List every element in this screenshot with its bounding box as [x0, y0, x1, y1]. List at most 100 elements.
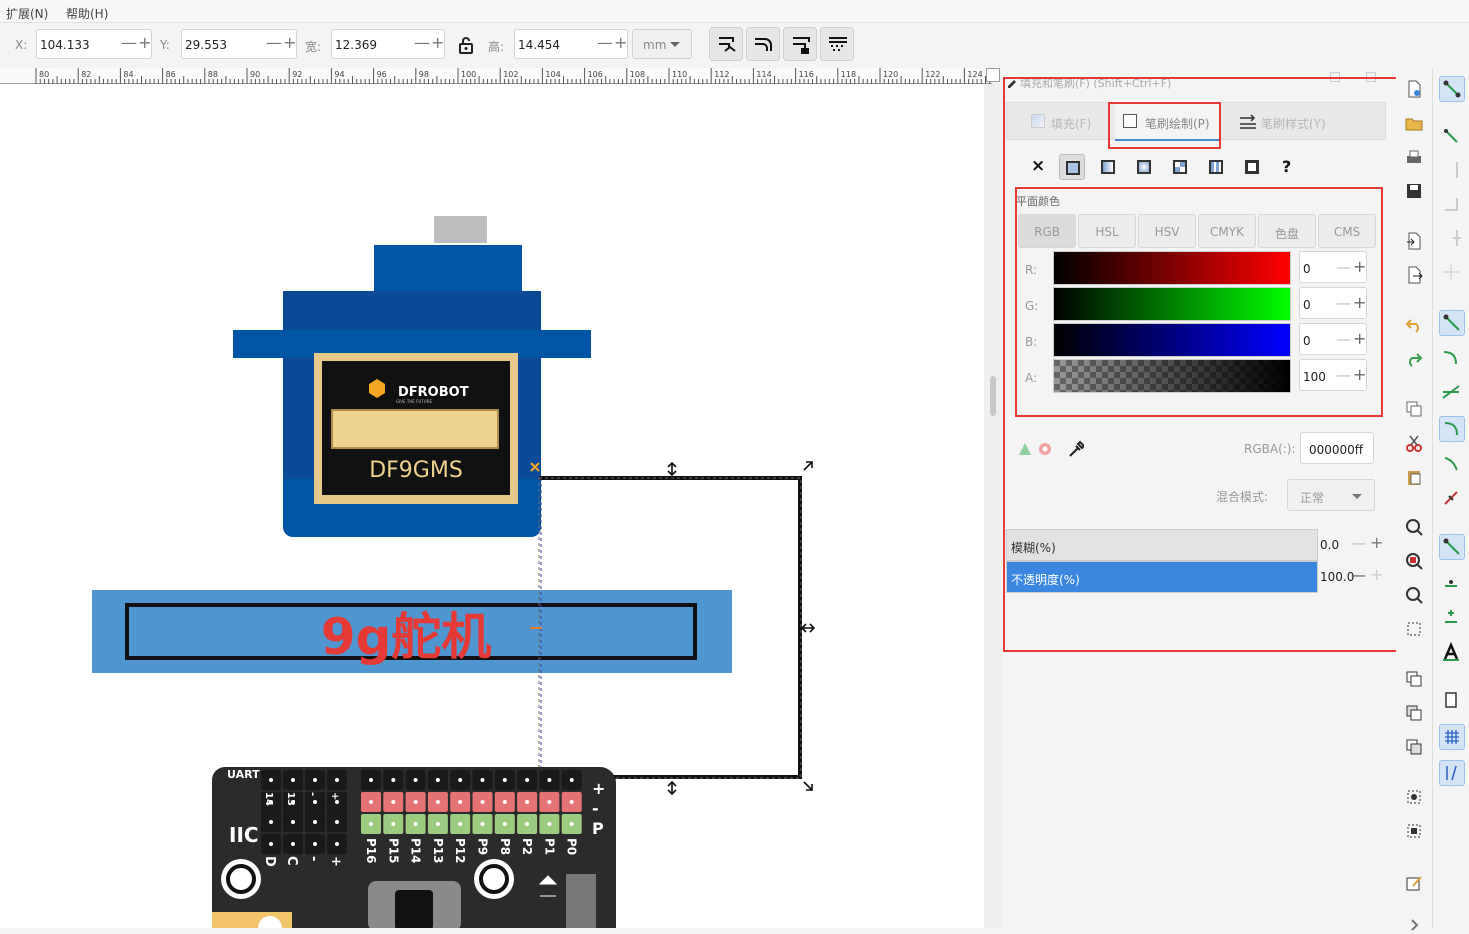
green-increment-button[interactable]: +	[1353, 293, 1366, 312]
servo-upper-body[interactable]	[283, 291, 541, 331]
y-increment-button[interactable]: +	[283, 33, 296, 52]
canvas-vertical-scrollbar[interactable]	[984, 84, 1002, 928]
height-increment-button[interactable]: +	[614, 33, 627, 52]
height-decrement-button[interactable]: —	[597, 33, 613, 52]
unlink-clone-icon[interactable]	[1405, 738, 1423, 756]
width-decrement-button[interactable]: —	[414, 33, 430, 52]
paste-icon[interactable]	[1405, 468, 1423, 486]
scale-handle-top-right[interactable]	[803, 461, 813, 471]
paint-none-button[interactable]: ×	[1024, 154, 1050, 180]
more-commands-icon[interactable]	[1405, 916, 1423, 934]
blur-decrement-button[interactable]: —	[1351, 534, 1366, 552]
scale-handle-bottom[interactable]	[667, 780, 677, 796]
mode-cmyk[interactable]: CMYK	[1198, 214, 1256, 248]
duplicate-icon[interactable]	[1405, 670, 1423, 688]
snap-object-center-toggle[interactable]	[1439, 570, 1465, 596]
red-increment-button[interactable]: +	[1353, 257, 1366, 276]
blue-decrement-button[interactable]: —	[1336, 330, 1351, 348]
scale-handle-right[interactable]	[800, 623, 816, 633]
alpha-increment-button[interactable]: +	[1353, 365, 1366, 384]
servo-shaft[interactable]	[434, 216, 487, 243]
new-document-icon[interactable]	[1405, 80, 1423, 98]
scale-gradient-button[interactable]	[783, 27, 817, 61]
snap-cusp-toggle[interactable]	[1439, 416, 1465, 442]
paint-pattern-button[interactable]	[1203, 154, 1229, 180]
blue-slider[interactable]	[1053, 323, 1291, 357]
red-decrement-button[interactable]: —	[1336, 258, 1351, 276]
eyedropper-icon[interactable]	[1068, 440, 1084, 458]
height-input[interactable]: 14.454 — +	[514, 29, 628, 59]
color-managed-icon[interactable]	[1018, 440, 1052, 458]
snap-midpoint-toggle[interactable]	[1439, 486, 1465, 512]
blue-increment-button[interactable]: +	[1353, 329, 1366, 348]
opacity-increment-button[interactable]: +	[1370, 565, 1383, 584]
red-slider[interactable]	[1053, 251, 1291, 285]
ungroup-icon[interactable]	[1405, 822, 1423, 840]
unit-select[interactable]: mm	[632, 29, 692, 59]
undo-icon[interactable]	[1405, 316, 1423, 334]
blur-value[interactable]: 0.0	[1320, 538, 1339, 552]
snap-bbox-center-toggle[interactable]	[1439, 260, 1465, 286]
snap-guide-toggle[interactable]	[1439, 760, 1465, 786]
tab-stroke-paint[interactable]: 笔刷绘制(P)	[1115, 103, 1221, 141]
snap-others-toggle[interactable]	[1439, 534, 1465, 560]
width-input[interactable]: 12.369 — +	[331, 29, 445, 59]
zoom-page-icon[interactable]	[1405, 586, 1423, 604]
scroll-thumb[interactable]	[990, 376, 996, 416]
cut-icon[interactable]	[1405, 434, 1423, 452]
blue-input[interactable]: 0 — +	[1299, 323, 1367, 355]
snap-bbox-midpoint-toggle[interactable]	[1439, 226, 1465, 252]
opacity-decrement-button[interactable]: —	[1351, 566, 1366, 584]
tab-stroke-style[interactable]: 笔刷样式(Y)	[1233, 103, 1343, 141]
print-icon[interactable]	[1405, 148, 1423, 166]
open-folder-icon[interactable]	[1405, 114, 1423, 132]
green-input[interactable]: 0 — +	[1299, 287, 1367, 319]
clone-icon[interactable]	[1405, 704, 1423, 722]
zoom-selection-icon[interactable]	[1405, 518, 1423, 536]
snap-bbox-toggle[interactable]	[1439, 124, 1465, 150]
alpha-slider[interactable]	[1053, 359, 1291, 393]
x-input[interactable]: 104.133 — +	[36, 29, 152, 59]
x-increment-button[interactable]: +	[138, 33, 151, 52]
mode-rgb[interactable]: RGB	[1018, 214, 1076, 248]
save-icon[interactable]	[1405, 182, 1423, 200]
paint-linear-gradient-button[interactable]	[1095, 154, 1121, 180]
zoom-page-width-icon[interactable]	[1405, 620, 1423, 638]
paint-mesh-gradient-button[interactable]	[1167, 154, 1193, 180]
blur-increment-button[interactable]: +	[1370, 533, 1383, 552]
snap-path-toggle[interactable]	[1439, 346, 1465, 372]
panel-close-icon[interactable]	[1366, 72, 1376, 82]
paint-unset-button[interactable]: ?	[1275, 154, 1301, 180]
copy-icon[interactable]	[1405, 400, 1423, 418]
tab-fill[interactable]: 填充(F)	[1025, 103, 1107, 141]
redo-icon[interactable]	[1405, 350, 1423, 368]
snap-enable-toggle[interactable]	[1439, 76, 1465, 102]
alpha-decrement-button[interactable]: —	[1336, 366, 1351, 384]
y-input[interactable]: 29.553 — +	[181, 29, 297, 59]
servo-top-block[interactable]	[374, 245, 522, 291]
fill-stroke-dialog-icon[interactable]	[1405, 874, 1423, 892]
green-decrement-button[interactable]: —	[1336, 294, 1351, 312]
paint-radial-gradient-button[interactable]	[1131, 154, 1157, 180]
snap-smooth-toggle[interactable]	[1439, 452, 1465, 478]
opacity-slider[interactable]: 不透明度(%)	[1006, 561, 1318, 593]
snap-bbox-edge-toggle[interactable]	[1439, 158, 1465, 184]
mode-hsv[interactable]: HSV	[1138, 214, 1196, 248]
mode-hsl[interactable]: HSL	[1078, 214, 1136, 248]
drawing-canvas[interactable]: DFROBOT GIVE THE FUTURE DF9GMS 9g舵机 UART…	[0, 84, 984, 928]
scale-handle-top[interactable]	[667, 461, 677, 477]
horizontal-ruler[interactable]: 80 82 84 86 88 90 92 94 96 98 100 102 104 106 108 110 11…	[0, 68, 992, 84]
width-increment-button[interactable]: +	[431, 33, 444, 52]
scale-pattern-button[interactable]	[820, 27, 854, 61]
snap-nodes-toggle[interactable]	[1439, 310, 1465, 336]
mode-wheel[interactable]: 色盘	[1258, 214, 1316, 248]
opacity-value[interactable]: 100.0	[1320, 570, 1354, 584]
scale-stroke-button[interactable]	[709, 27, 743, 61]
ruler-corner-toggle[interactable]	[986, 68, 1000, 82]
lock-icon[interactable]	[458, 36, 474, 54]
rgba-input[interactable]: 000000ff	[1300, 432, 1374, 464]
alpha-input[interactable]: 100 — +	[1299, 359, 1367, 391]
y-decrement-button[interactable]: —	[266, 33, 282, 52]
label-text[interactable]: 9g舵机	[321, 608, 492, 666]
scale-handle-bottom-right[interactable]	[803, 781, 813, 791]
